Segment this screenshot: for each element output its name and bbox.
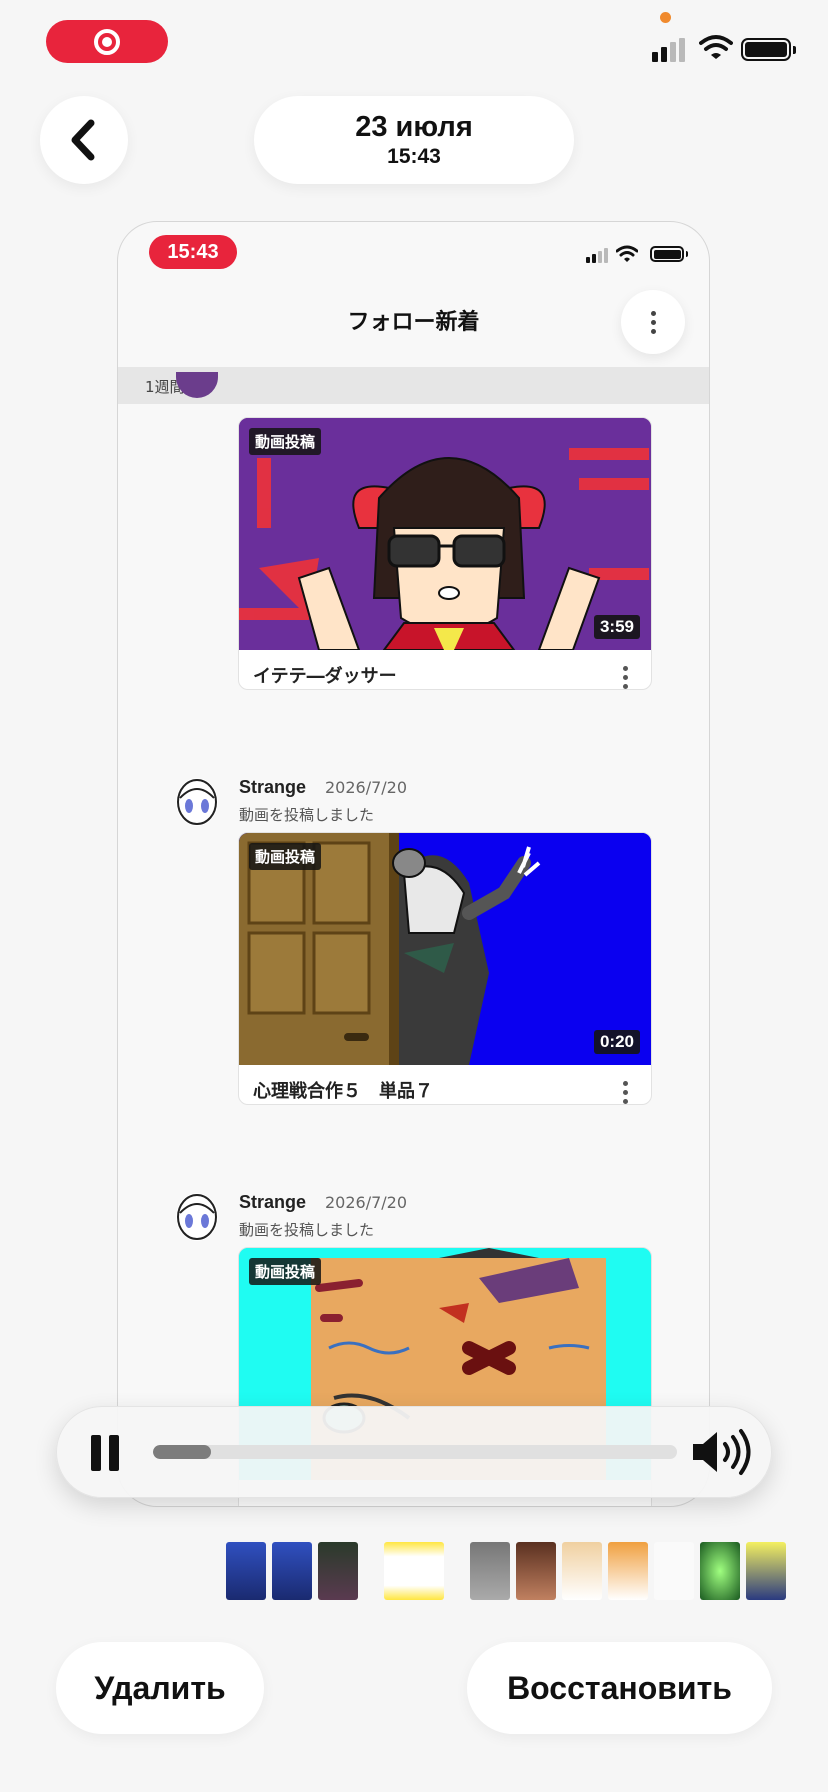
more-vertical-icon — [623, 1081, 628, 1086]
back-button[interactable] — [40, 96, 128, 184]
timeline-frame[interactable] — [272, 1542, 312, 1600]
post-action: 動画を投稿しました — [239, 1221, 375, 1239]
timeline-frame[interactable] — [318, 1542, 358, 1600]
chevron-left-icon — [71, 119, 95, 161]
video-preview-frame[interactable]: 15:43 フォロー新着 1週間 動画投稿 3:59 イテテ―ダッサー Stra… — [117, 221, 710, 1507]
more-vertical-icon — [650, 310, 656, 316]
pause-button[interactable] — [91, 1435, 119, 1471]
timeline-frame[interactable] — [608, 1542, 648, 1600]
playback-bar — [56, 1406, 772, 1498]
cellular-signal-icon — [652, 38, 685, 62]
video-card[interactable]: 動画投稿 0:20 心理戦合作５ 単品７ — [238, 832, 652, 1105]
battery-icon — [741, 38, 796, 61]
volume-icon[interactable] — [690, 1428, 756, 1476]
video-title[interactable]: 心理戦合作５ 単品７ — [253, 1077, 433, 1103]
timeline-frame[interactable] — [384, 1542, 444, 1600]
phone-wifi-icon — [616, 245, 638, 262]
feed-more-button[interactable] — [621, 290, 685, 354]
timeline-frame[interactable] — [700, 1542, 740, 1600]
phone-cellular-icon — [586, 248, 608, 263]
date-time-pill: 23 июля 15:43 — [254, 96, 574, 184]
avatar[interactable] — [176, 778, 218, 826]
post-date: 2026/7/20 — [325, 778, 408, 797]
playback-progress — [153, 1445, 211, 1459]
video-thumbnail[interactable]: 動画投稿 0:20 — [239, 833, 651, 1065]
post-date: 2026/7/20 — [325, 1193, 408, 1212]
video-thumbnail[interactable]: 動画投稿 3:59 — [239, 418, 651, 650]
post-author[interactable]: Strange — [239, 1192, 306, 1213]
timeline-frame[interactable] — [746, 1542, 786, 1600]
video-title[interactable]: イテテ―ダッサー — [253, 662, 397, 688]
playback-scrubber[interactable] — [153, 1445, 677, 1459]
pause-icon — [91, 1435, 101, 1471]
phone-battery-icon — [650, 246, 688, 262]
video-type-badge: 動画投稿 — [249, 1258, 322, 1285]
more-vertical-icon — [623, 666, 628, 671]
recording-time: 15:43 — [387, 145, 441, 168]
video-card[interactable]: 動画投稿 3:59 イテテ―ダッサー — [238, 417, 652, 690]
restore-button[interactable]: Восстановить — [467, 1642, 772, 1734]
post-action: 動画を投稿しました — [239, 806, 375, 824]
timeline-frame[interactable] — [654, 1542, 694, 1600]
timeline-frame[interactable] — [470, 1542, 510, 1600]
video-duration: 0:20 — [593, 1030, 640, 1054]
timeline-frame[interactable] — [516, 1542, 556, 1600]
phone-status-time: 15:43 — [149, 235, 237, 269]
video-more-button[interactable] — [623, 1081, 628, 1104]
record-icon — [94, 28, 120, 55]
video-type-badge: 動画投稿 — [249, 843, 322, 870]
avatar[interactable] — [176, 1193, 218, 1241]
wifi-icon — [699, 35, 733, 59]
delete-button[interactable]: Удалить — [56, 1642, 264, 1734]
timeline-frame[interactable] — [562, 1542, 602, 1600]
video-type-badge: 動画投稿 — [249, 428, 322, 455]
post-author[interactable]: Strange — [239, 777, 306, 798]
screen-recording-indicator[interactable] — [46, 20, 168, 63]
recording-date: 23 июля — [355, 111, 473, 143]
timeline-frame[interactable] — [226, 1542, 266, 1600]
video-duration: 3:59 — [593, 615, 640, 639]
video-more-button[interactable] — [623, 666, 628, 689]
privacy-indicator-dot — [660, 12, 671, 23]
